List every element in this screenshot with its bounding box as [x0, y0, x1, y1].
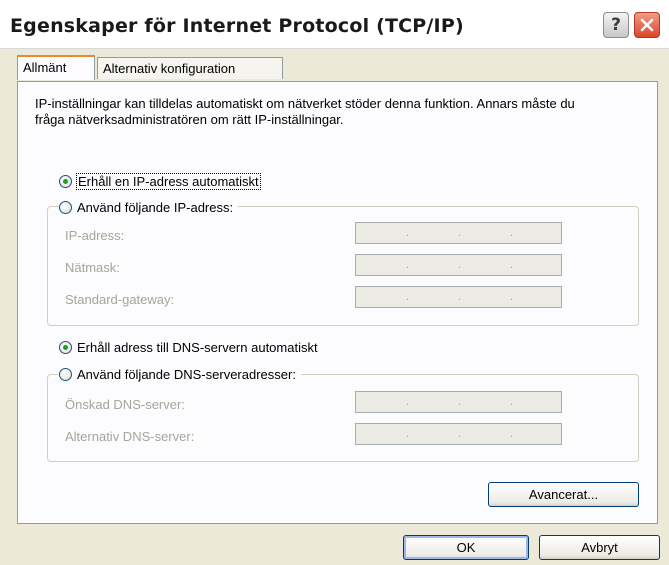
dns-manual-group: [47, 374, 639, 462]
radio-ip-manual[interactable]: Använd följande IP-adress:: [59, 200, 239, 215]
description-text: IP-inställningar kan tilldelas automatis…: [35, 96, 575, 127]
radio-ip-auto-label: Erhåll en IP-adress automatiskt: [76, 173, 261, 190]
subnet-mask-field[interactable]: ...: [355, 254, 562, 276]
tab-alternate-configuration[interactable]: Alternativ konfiguration: [97, 57, 283, 79]
radio-dns-manual-indicator[interactable]: [59, 368, 72, 381]
radio-ip-auto-indicator[interactable]: [59, 175, 72, 188]
window-title: Egenskaper för Internet Protocol (TCP/IP…: [10, 15, 464, 37]
ok-button[interactable]: OK: [403, 535, 529, 560]
help-button[interactable]: ?: [603, 12, 629, 38]
preferred-dns-label: Önskad DNS-server:: [65, 397, 185, 412]
close-icon: [640, 18, 654, 32]
subnet-mask-label: Nätmask:: [65, 260, 120, 275]
radio-ip-manual-label: Använd följande IP-adress:: [77, 200, 234, 215]
tab-general[interactable]: Allmänt: [17, 55, 95, 80]
alternate-dns-label: Alternativ DNS-server:: [65, 429, 195, 444]
radio-dns-auto-label: Erhåll adress till DNS-servern automatis…: [77, 340, 318, 355]
radio-ip-manual-indicator[interactable]: [59, 201, 72, 214]
advanced-button[interactable]: Avancerat...: [488, 482, 639, 507]
title-bar[interactable]: Egenskaper för Internet Protocol (TCP/IP…: [0, 0, 669, 49]
alternate-dns-field[interactable]: ...: [355, 423, 562, 445]
dialog-window: Egenskaper för Internet Protocol (TCP/IP…: [0, 0, 669, 565]
radio-dns-manual[interactable]: Använd följande DNS-serveradresser:: [59, 367, 301, 382]
cancel-button[interactable]: Avbryt: [539, 535, 660, 560]
ip-address-field[interactable]: ...: [355, 222, 562, 244]
radio-dns-manual-label: Använd följande DNS-serveradresser:: [77, 367, 296, 382]
close-button[interactable]: [634, 12, 660, 38]
preferred-dns-field[interactable]: ...: [355, 391, 562, 413]
default-gateway-label: Standard-gateway:: [65, 292, 175, 307]
radio-dns-auto[interactable]: Erhåll adress till DNS-servern automatis…: [59, 340, 318, 355]
radio-dns-auto-indicator[interactable]: [59, 341, 72, 354]
default-gateway-field[interactable]: ...: [355, 286, 562, 308]
ip-address-label: IP-adress:: [65, 228, 125, 243]
radio-ip-auto[interactable]: Erhåll en IP-adress automatiskt: [59, 173, 261, 190]
